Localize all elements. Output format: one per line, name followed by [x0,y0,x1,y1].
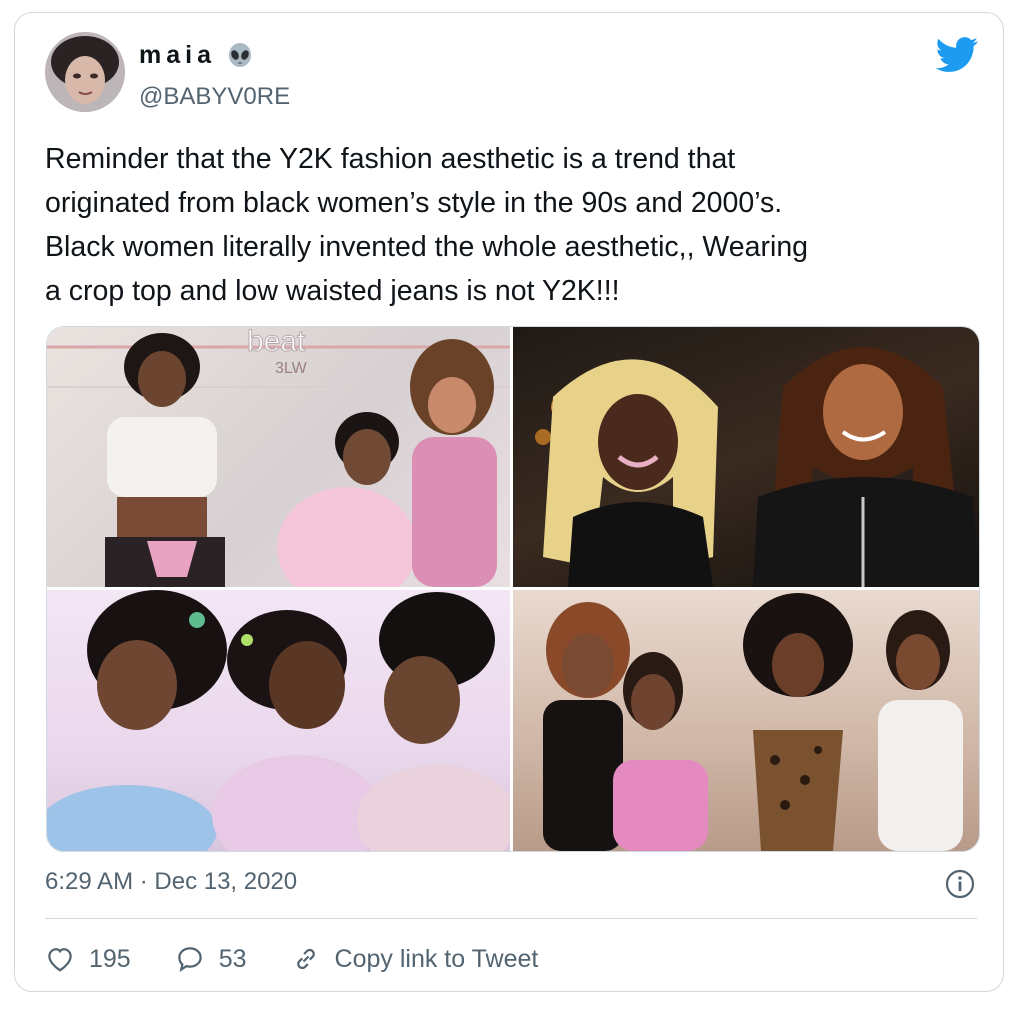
photo-1-subtext: 3LW [275,360,308,377]
info-icon[interactable] [945,869,975,899]
like-button[interactable]: 195 [45,944,131,974]
tweet-text: Reminder that the Y2K fashion aesthetic … [45,143,809,307]
link-icon [296,948,315,970]
photo-3-illustration [47,590,510,851]
media-photo-3[interactable] [47,590,510,851]
photo-2-illustration [535,347,979,587]
tweet-timestamp[interactable]: 6:29 AM · Dec 13, 2020 [45,868,297,896]
avatar[interactable] [45,32,125,112]
tweet-card: maia @BABYV0RE Reminder that the Y2K fas… [14,12,1004,992]
twitter-bird-icon[interactable] [935,37,979,73]
copy-link-button[interactable]: Copy link to Tweet [291,944,539,974]
reply-count: 53 [218,944,247,973]
copy-link-label: Copy link to Tweet [334,944,539,973]
like-count: 195 [89,944,131,973]
divider [45,918,977,919]
user-handle[interactable]: @BABYV0RE [139,83,290,111]
alien-emoji-icon [228,42,251,67]
avatar-photo [45,32,125,112]
photo-1-text: beat [247,327,306,358]
reply-icon [177,947,202,973]
media-photo-1[interactable]: beat 3LW [47,327,510,587]
display-name[interactable]: maia [139,41,216,70]
media-photo-2[interactable] [513,327,979,587]
media-grid[interactable]: beat 3LW [46,326,980,852]
photo-1-illustration: beat 3LW [47,327,510,587]
photo-4-illustration [543,593,963,851]
media-photo-4[interactable] [513,590,979,851]
heart-icon [48,948,72,972]
reply-button[interactable]: 53 [175,944,247,974]
tweet-actions: 195 53 Copy link to Tweet [45,939,582,979]
